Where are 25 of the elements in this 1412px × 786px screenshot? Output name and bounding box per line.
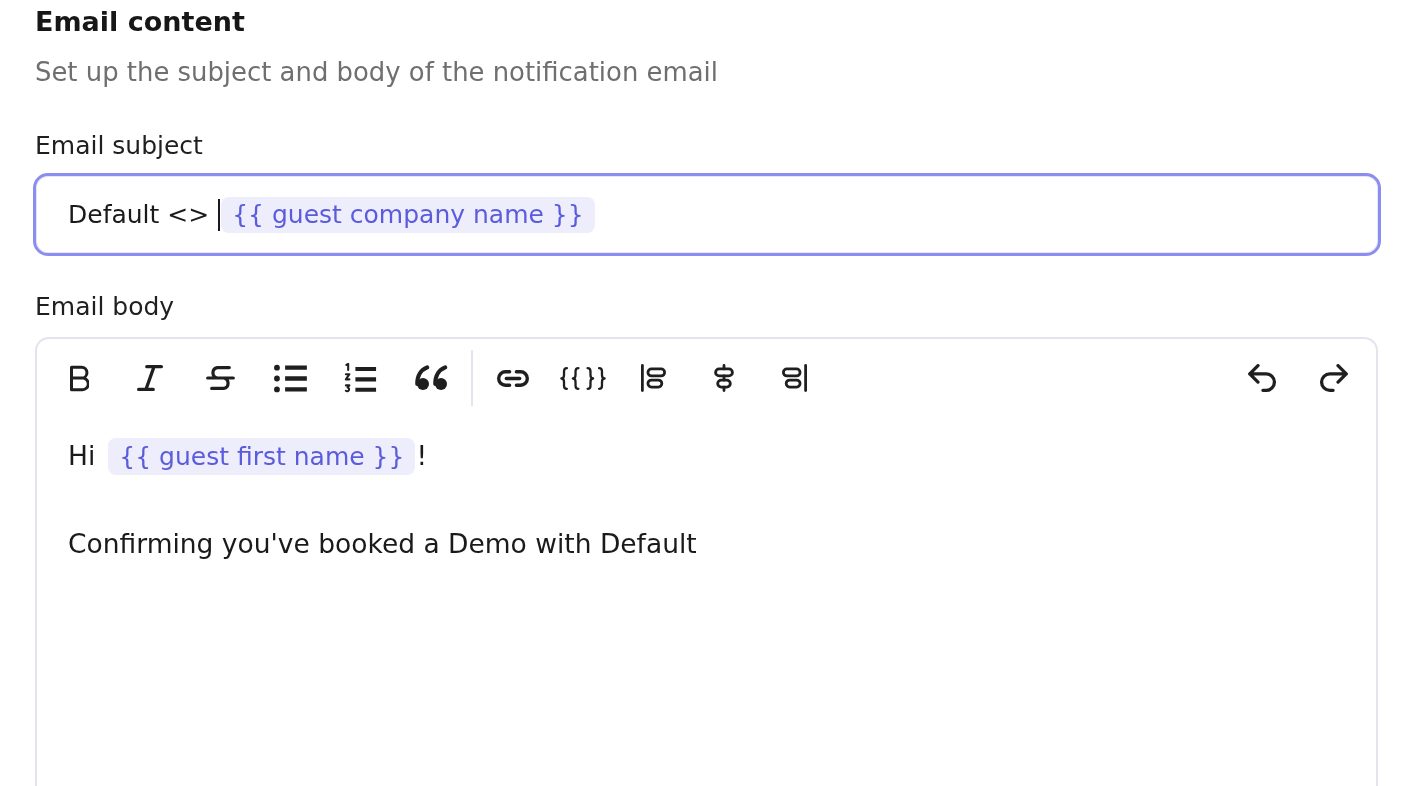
link-icon xyxy=(496,369,529,387)
align-left-icon xyxy=(641,364,666,392)
strikethrough-icon xyxy=(205,366,235,390)
variable-tag[interactable]: {{ guest first name }} xyxy=(108,437,416,475)
body-text: ! xyxy=(416,440,427,472)
variable-tag[interactable]: {{ guest company name }} xyxy=(221,196,595,233)
align-center-icon xyxy=(714,364,734,392)
section-title: Email content xyxy=(35,5,245,39)
bold-icon xyxy=(69,364,89,392)
quote-icon xyxy=(414,365,449,391)
braces-icon xyxy=(560,366,606,390)
numbered-list-icon xyxy=(344,362,378,394)
field-label: Email body xyxy=(35,291,175,323)
undo-icon xyxy=(1248,364,1277,392)
subject-field[interactable]: Default <> {{ guest company name }} xyxy=(33,173,1381,256)
body-text: Confirming you've booked a Demo with Default xyxy=(68,528,697,560)
bullet-list-icon xyxy=(272,363,309,393)
body-text: Hi xyxy=(68,440,96,472)
subject-text: Default <> xyxy=(68,198,210,231)
text-cursor xyxy=(218,198,221,231)
section-description: Set up the subject and body of the notification email xyxy=(35,56,718,88)
align-right-icon xyxy=(782,364,807,392)
field-label: Email subject xyxy=(35,130,203,162)
italic-icon xyxy=(136,365,163,391)
redo-icon xyxy=(1318,364,1348,392)
